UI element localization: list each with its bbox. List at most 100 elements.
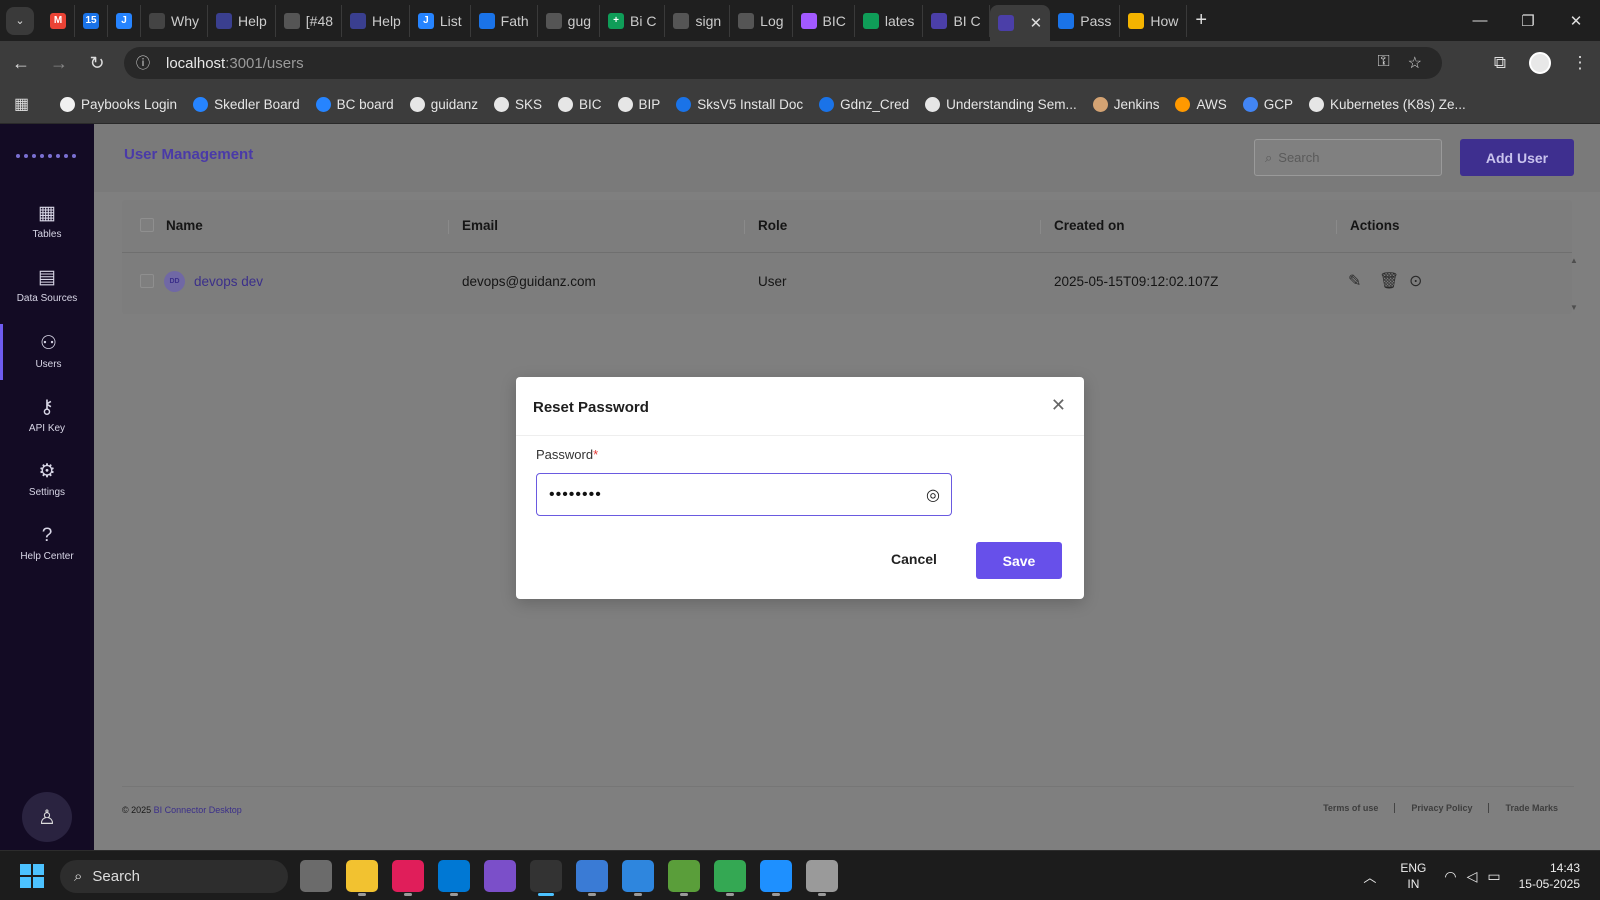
app-name-link[interactable]: BI Connector Desktop bbox=[154, 805, 242, 815]
user-name[interactable]: devops dev bbox=[194, 274, 263, 289]
chrome-profile-icon[interactable] bbox=[714, 860, 746, 896]
slack-icon[interactable] bbox=[392, 860, 424, 896]
bookmark-item[interactable]: Gdnz_Cred bbox=[819, 96, 909, 112]
bookmark-item[interactable]: Paybooks Login bbox=[60, 96, 177, 112]
bookmark-item[interactable]: SKS bbox=[493, 96, 542, 112]
browser-tab[interactable]: BIC bbox=[793, 4, 855, 37]
bookmark-item[interactable]: AWS bbox=[1175, 96, 1227, 112]
apps-grid-icon[interactable]: ▦ bbox=[14, 94, 44, 114]
browser-tab[interactable]: 15 bbox=[75, 4, 108, 37]
extensions-icon[interactable]: ⧉ bbox=[1480, 53, 1520, 73]
column-header-created-on[interactable]: Created on bbox=[1054, 218, 1125, 233]
trademarks-link[interactable]: Trade Marks bbox=[1488, 803, 1574, 813]
bookmark-item[interactable]: Understanding Sem... bbox=[925, 96, 1077, 112]
site-info-icon[interactable]: ⓘ bbox=[132, 52, 154, 74]
bookmark-item[interactable]: SksV5 Install Doc bbox=[676, 96, 803, 112]
select-all-checkbox[interactable] bbox=[140, 218, 154, 232]
address-bar[interactable]: ⓘ localhost:3001/users ⚿ ☆ bbox=[124, 47, 1442, 79]
add-user-button[interactable]: Add User bbox=[1460, 139, 1574, 176]
start-button[interactable] bbox=[20, 864, 44, 888]
browser-tab[interactable]: How bbox=[1120, 4, 1188, 37]
cancel-button[interactable]: Cancel bbox=[868, 542, 960, 576]
password-field[interactable]: •••••••• ◎ bbox=[536, 473, 952, 516]
new-tab-button[interactable]: + bbox=[1195, 9, 1207, 32]
bookmark-item[interactable]: BIP bbox=[617, 96, 660, 112]
password-key-icon[interactable]: ⚿ bbox=[1377, 53, 1389, 73]
task-view-icon[interactable] bbox=[300, 860, 332, 892]
browser-tab[interactable]: Log bbox=[730, 4, 793, 37]
vscode-icon[interactable] bbox=[438, 860, 470, 896]
delete-icon[interactable]: 🗑 bbox=[1379, 271, 1399, 291]
tab-search-button[interactable]: ⌄ bbox=[6, 6, 34, 35]
browser-tab[interactable]: Help bbox=[208, 4, 276, 37]
browser-tab[interactable]: Fath bbox=[471, 4, 538, 37]
visual-studio-icon[interactable] bbox=[484, 860, 516, 892]
back-button[interactable]: ← bbox=[4, 46, 38, 80]
quick-settings[interactable]: ◠ ◁ ▭ bbox=[1444, 868, 1500, 885]
toggle-visibility-icon[interactable]: ◎ bbox=[926, 485, 941, 505]
bookmark-favicon-icon bbox=[617, 96, 633, 112]
sidebar-item-settings[interactable]: ⚙ Settings bbox=[0, 452, 94, 508]
sidebar-item-users[interactable]: ⚇ Users bbox=[0, 324, 94, 380]
privacy-link[interactable]: Privacy Policy bbox=[1394, 803, 1488, 813]
edit-icon[interactable]: ✎ bbox=[1348, 271, 1361, 291]
close-window-button[interactable]: ✕ bbox=[1552, 0, 1600, 41]
sidebar-item-tables[interactable]: ▦ Tables bbox=[0, 194, 94, 250]
more-options-icon[interactable]: ⊙ bbox=[1409, 271, 1422, 291]
browser-tab[interactable]: [#48 bbox=[276, 4, 343, 37]
bookmark-item[interactable]: BIC bbox=[558, 96, 602, 112]
language-indicator[interactable]: ENG IN bbox=[1400, 860, 1426, 892]
bookmark-item[interactable]: Kubernetes (K8s) Ze... bbox=[1309, 96, 1466, 112]
chevron-up-icon[interactable]: ︿ bbox=[1363, 867, 1376, 886]
user-profile-button[interactable]: ♙ bbox=[22, 792, 72, 842]
chrome-icon[interactable] bbox=[530, 860, 562, 896]
column-header-email[interactable]: Email bbox=[462, 218, 498, 233]
browser-tab[interactable]: Help bbox=[342, 4, 410, 37]
clock[interactable]: 14:43 15-05-2025 bbox=[1519, 860, 1580, 892]
scroll-up-icon[interactable]: ▲ bbox=[1570, 256, 1578, 265]
bookmark-item[interactable]: Skedler Board bbox=[193, 96, 300, 112]
browser-menu-icon[interactable]: ⋮ bbox=[1560, 53, 1600, 73]
browser-tab[interactable]: M bbox=[42, 4, 75, 37]
row-checkbox[interactable] bbox=[140, 274, 154, 288]
remote-desktop-icon[interactable] bbox=[576, 860, 608, 896]
search-input[interactable]: ⌕ Search bbox=[1254, 139, 1442, 176]
browser-tab[interactable]: sign bbox=[665, 4, 731, 37]
bookmark-star-icon[interactable]: ☆ bbox=[1408, 53, 1422, 73]
close-icon[interactable]: ✕ bbox=[1051, 395, 1066, 416]
terms-link[interactable]: Terms of use bbox=[1307, 803, 1394, 813]
bookmark-item[interactable]: BC board bbox=[315, 96, 394, 112]
browser-tab[interactable]: J List bbox=[410, 4, 471, 37]
bookmark-item[interactable]: guidanz bbox=[409, 96, 478, 112]
profile-avatar[interactable] bbox=[1520, 52, 1560, 74]
browser-tab[interactable]: ✕ bbox=[989, 5, 1051, 41]
sidebar-item-api-key[interactable]: ⚷ API Key bbox=[0, 388, 94, 444]
browser-tab[interactable]: + Bi C bbox=[600, 4, 666, 37]
browser-tab[interactable]: lates bbox=[855, 4, 924, 37]
sidebar-item-data-sources[interactable]: ▤ Data Sources bbox=[0, 258, 94, 314]
taskbar-search[interactable]: ⌕ Search bbox=[60, 860, 288, 893]
reload-button[interactable]: ↻ bbox=[80, 46, 114, 80]
browser-tab[interactable]: J bbox=[108, 4, 141, 37]
browser-tab[interactable]: gug bbox=[538, 4, 601, 37]
browser-tab[interactable]: Why bbox=[141, 4, 208, 37]
sidebar-item-help-center[interactable]: ? Help Center bbox=[0, 516, 94, 572]
docker-icon[interactable] bbox=[760, 860, 792, 896]
browser-tab[interactable]: BI C bbox=[923, 4, 990, 37]
bookmark-item[interactable]: Jenkins bbox=[1092, 96, 1159, 112]
file-explorer-icon[interactable] bbox=[346, 860, 378, 896]
column-header-role[interactable]: Role bbox=[758, 218, 787, 233]
restore-button[interactable]: ❐ bbox=[1504, 0, 1552, 41]
bookmark-item[interactable]: GCP bbox=[1242, 96, 1293, 112]
close-tab-icon[interactable]: ✕ bbox=[1030, 14, 1043, 32]
browser-tab[interactable]: Pass bbox=[1050, 4, 1121, 37]
scroll-down-icon[interactable]: ▼ bbox=[1570, 303, 1578, 312]
minimize-button[interactable]: — bbox=[1456, 0, 1504, 41]
table-scrollbar[interactable]: ▲ ▼ bbox=[1568, 256, 1580, 312]
settings-app-icon[interactable] bbox=[806, 860, 838, 896]
column-header-name[interactable]: Name bbox=[166, 218, 203, 233]
save-button[interactable]: Save bbox=[976, 542, 1062, 579]
photos-icon[interactable] bbox=[622, 860, 654, 896]
notepad-icon[interactable] bbox=[668, 860, 700, 896]
forward-button[interactable]: → bbox=[42, 46, 76, 80]
